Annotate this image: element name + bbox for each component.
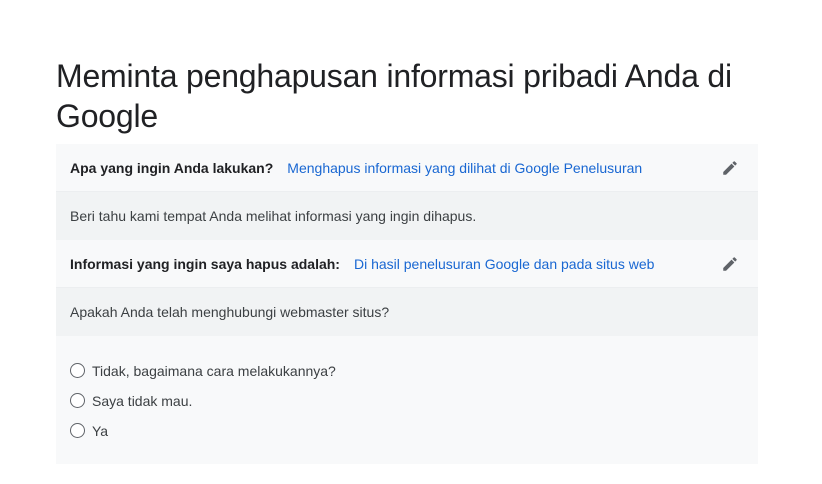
webmaster-options: Tidak, bagaimana cara melakukannya? Saya… [56, 336, 758, 464]
radio-button[interactable] [70, 392, 85, 408]
page-title: Meminta penghapusan informasi pribadi An… [56, 58, 732, 134]
option-label: Ya [92, 423, 109, 439]
webmaster-question-text: Apakah Anda telah menghubungi webmaster … [70, 304, 390, 320]
page: Meminta penghapusan informasi pribadi An… [0, 0, 822, 484]
option-label: Saya tidak mau. [92, 393, 193, 409]
option-label: Tidak, bagaimana cara melakukannya? [92, 363, 336, 379]
removal-form-panel: Apa yang ingin Anda lakukan? Menghapus i… [56, 144, 758, 464]
step-summary-value: Di hasil penelusuran Google dan pada sit… [353, 255, 655, 272]
radio-button[interactable] [70, 362, 85, 378]
pencil-icon [723, 256, 737, 271]
where-seen-text: Beri tahu kami tempat Anda melihat infor… [70, 208, 477, 224]
edit-location-button[interactable] [718, 252, 742, 276]
option-dont-want[interactable]: Saya tidak mau. [70, 386, 744, 416]
webmaster-question: Apakah Anda telah menghubungi webmaster … [56, 288, 758, 336]
edit-action-button[interactable] [718, 156, 742, 180]
step-summary-location: Informasi yang ingin saya hapus adalah: … [56, 240, 758, 288]
where-seen-prompt: Beri tahu kami tempat Anda melihat infor… [56, 192, 758, 240]
option-no-how[interactable]: Tidak, bagaimana cara melakukannya? [70, 356, 744, 386]
option-yes[interactable]: Ya [70, 416, 744, 446]
step-summary-action: Apa yang ingin Anda lakukan? Menghapus i… [56, 144, 758, 192]
step-summary-label: Informasi yang ingin saya hapus adalah: [70, 255, 340, 272]
step-summary-value: Menghapus informasi yang dilihat di Goog… [287, 159, 643, 176]
pencil-icon [723, 160, 737, 175]
step-summary-label: Apa yang ingin Anda lakukan? [70, 159, 274, 176]
radio-button[interactable] [70, 422, 85, 438]
